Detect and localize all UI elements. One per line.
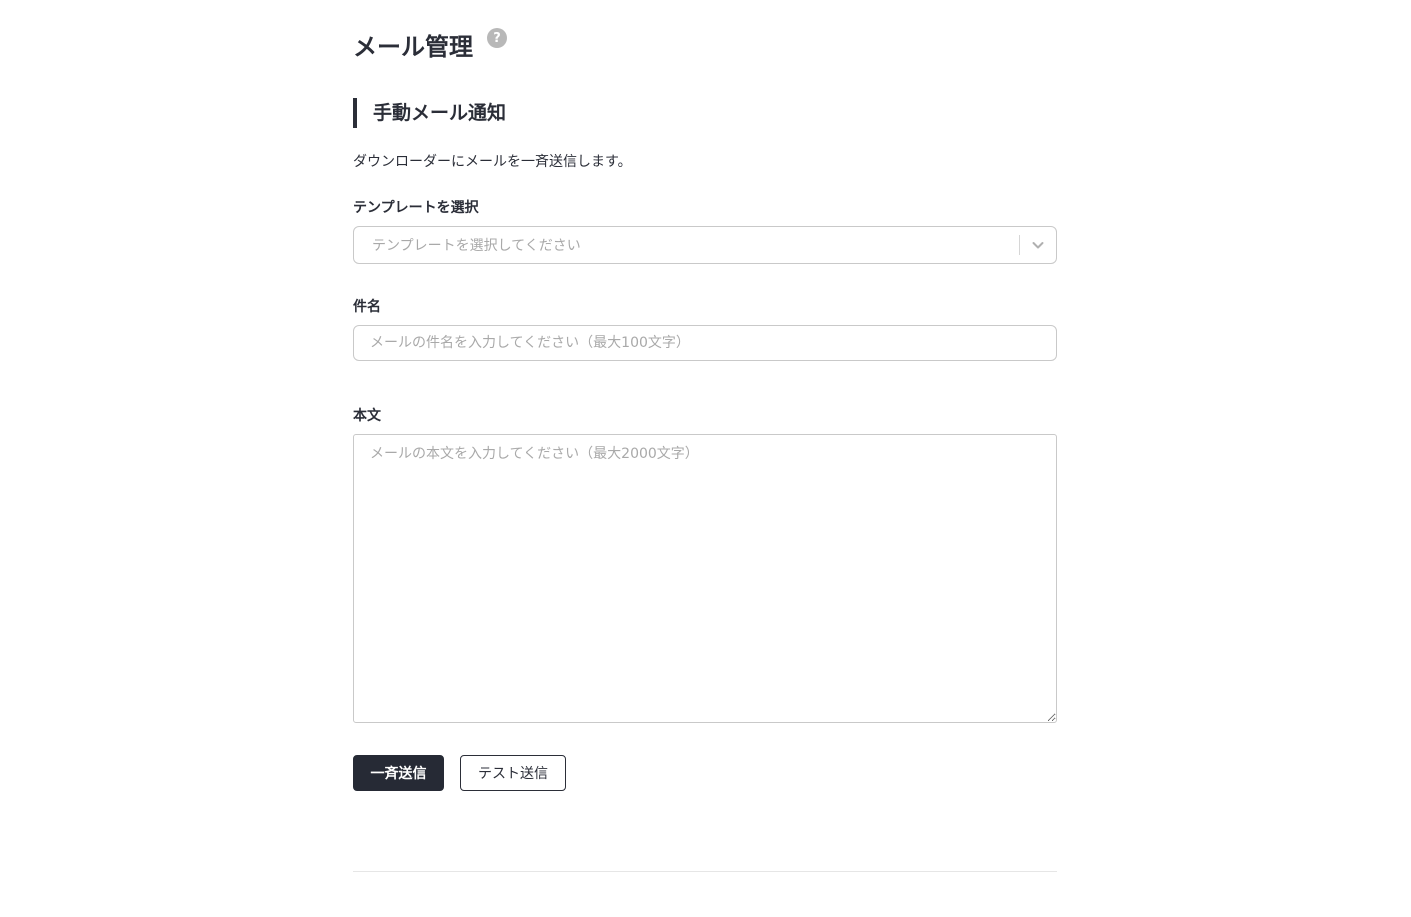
test-send-button[interactable]: テスト送信 [460, 755, 566, 791]
section-title: 手動メール通知 [353, 98, 506, 128]
subject-input[interactable] [353, 325, 1057, 361]
page-header: メール管理 ? [353, 28, 507, 64]
template-select-label: テンプレートを選択 [353, 200, 479, 216]
send-all-button[interactable]: 一斉送信 [353, 755, 444, 791]
divider [353, 871, 1057, 872]
section-description: ダウンローダーにメールを一斉送信します。 [353, 154, 632, 170]
body-label: 本文 [353, 408, 381, 424]
template-select[interactable]: テンプレートを選択してください [353, 226, 1057, 264]
template-select-placeholder: テンプレートを選択してください [372, 238, 581, 254]
page-title: メール管理 [353, 33, 473, 61]
chevron-down-icon[interactable] [1020, 227, 1056, 263]
body-textarea[interactable] [353, 434, 1057, 723]
help-icon[interactable]: ? [487, 28, 507, 48]
subject-label: 件名 [353, 299, 381, 315]
